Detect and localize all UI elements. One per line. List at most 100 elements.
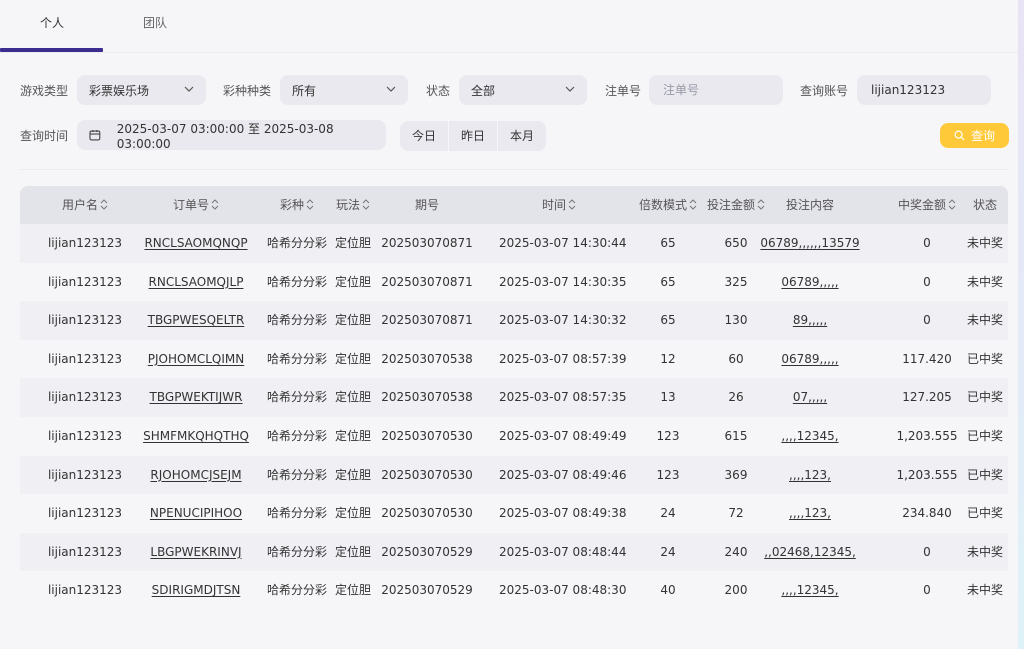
cell-username: lijian123123: [47, 506, 123, 521]
order-no-link[interactable]: RJOHOMCJSEJM: [150, 468, 241, 482]
table-row: lijian123123 RJOHOMCJSEJM 哈希分分彩 定位胆 20250307…: [20, 455, 1008, 495]
date-range-value: 2025-03-07 03:00:00 至 2025-03-08 03:00:0…: [116, 121, 334, 151]
account-field[interactable]: [857, 75, 991, 105]
cell-username: lijian123123: [47, 467, 123, 482]
query-time-label: 查询时间: [20, 129, 69, 143]
tab-personal[interactable]: 个人: [40, 14, 64, 31]
column-header-time[interactable]: 时间: [499, 186, 619, 224]
cell-period: 202503070530: [381, 428, 473, 443]
table-body: lijian123123 RNCLSAOMQNQP 哈希分分彩 定位胆 20250307…: [20, 224, 1008, 610]
bet-content-link[interactable]: 06789,,,,,,13579: [760, 236, 859, 250]
order-no-link[interactable]: RNCLSAOMQJLP: [149, 275, 244, 289]
game-type-label: 游戏类型: [20, 84, 69, 98]
bet-content-link[interactable]: 07,,,,,: [793, 390, 827, 404]
lottery-type-label: 彩种种类: [223, 84, 272, 98]
column-header-period: 期号: [367, 186, 487, 224]
cell-bet-content: ,,,,123,: [750, 494, 870, 533]
column-header-status: 状态: [925, 186, 1024, 224]
search-icon: [954, 130, 965, 141]
quick-range-group: 今日 昨日 本月: [400, 121, 547, 151]
bet-content-link[interactable]: ,,,,12345,: [781, 583, 838, 597]
lottery-type-value: 所有: [292, 83, 317, 98]
cell-time: 2025-03-07 14:30:32: [499, 313, 627, 328]
cell-bet-content: ,,,,12345,: [750, 417, 870, 456]
cell-username: lijian123123: [47, 351, 123, 366]
order-no-link[interactable]: SDIRIGMDJTSN: [152, 583, 241, 597]
column-header-label: 投注金额: [706, 198, 755, 212]
tab-bar: 个人 团队: [0, 0, 1018, 53]
status-select[interactable]: 全部: [459, 75, 587, 105]
cell-status: 未中奖: [966, 236, 1003, 250]
column-header-username[interactable]: 用户名: [25, 186, 145, 224]
order-no-field[interactable]: [649, 75, 783, 105]
bet-content-link[interactable]: ,,,,12345,: [781, 429, 838, 443]
query-button[interactable]: 查询: [940, 123, 1009, 148]
column-header-label: 期号: [414, 198, 439, 212]
order-no-link[interactable]: SHMFMKQHQTHQ: [143, 429, 249, 443]
account-label: 查询账号: [800, 84, 849, 98]
divider: [20, 169, 1008, 170]
table-row: lijian123123 PJOHOMCLQIMN 哈希分分彩 定位胆 20250307…: [20, 339, 1008, 379]
bet-content-link[interactable]: 89,,,,,: [793, 313, 827, 327]
game-type-select[interactable]: 彩票娱乐场: [77, 75, 206, 105]
order-no-link[interactable]: LBGPWEKRINVJ: [150, 545, 241, 559]
cell-status: 未中奖: [966, 544, 1003, 559]
table-row: lijian123123 TBGPWEKTIJWR 哈希分分彩 定位胆 20250307…: [20, 378, 1008, 417]
bet-content-link[interactable]: ,,,,123,: [789, 468, 831, 482]
cell-time: 2025-03-07 14:30:35: [499, 274, 627, 289]
table-row: lijian123123 SHMFMKQHQTHQ 哈希分分彩 定位胆 20250307…: [20, 416, 1008, 456]
table-row: lijian123123 LBGPWEKRINVJ 哈希分分彩 定位胆 20250307…: [20, 532, 1008, 572]
order-no-link[interactable]: RNCLSAOMQNQP: [144, 236, 247, 250]
tab-team[interactable]: 团队: [143, 14, 167, 31]
column-header-label: 订单号: [172, 198, 209, 212]
calendar-icon: [89, 130, 101, 141]
query-button-label: 查询: [970, 129, 995, 143]
table-row: lijian123123 RNCLSAOMQJLP 哈希分分彩 定位胆 20250307…: [20, 262, 1008, 302]
cell-period: 202503070871: [381, 274, 473, 289]
column-header-label: 玩法: [335, 198, 360, 212]
cell-username: lijian123123: [47, 313, 123, 328]
cell-status: 未中奖: [966, 583, 1003, 598]
bet-content-link[interactable]: ,,02468,12345,: [764, 545, 856, 559]
account-input[interactable]: [869, 82, 991, 98]
cell-period: 202503070871: [381, 313, 473, 328]
cell-username: lijian123123: [47, 236, 123, 250]
cell-username: lijian123123: [47, 390, 123, 405]
order-no-link[interactable]: TBGPWEKTIJWR: [150, 390, 243, 404]
order-no-link[interactable]: PJOHOMCLQIMN: [148, 352, 244, 366]
column-header-label: 状态: [972, 198, 997, 212]
game-type-value: 彩票娱乐场: [89, 83, 150, 98]
cell-period: 202503070529: [381, 544, 473, 559]
quick-yesterday-button[interactable]: 昨日: [449, 121, 499, 151]
chevron-down-icon: [565, 86, 575, 92]
cell-status: 已中奖: [966, 428, 1003, 443]
sort-icon: [100, 199, 108, 210]
order-no-link[interactable]: NPENUCIPIHOO: [150, 506, 242, 520]
chevron-down-icon: [386, 86, 396, 92]
bet-content-link[interactable]: 06789,,,,,: [781, 352, 838, 366]
quick-month-button[interactable]: 本月: [498, 121, 546, 151]
cell-bet-content: 07,,,,,: [750, 378, 870, 417]
cell-period: 202503070871: [381, 236, 473, 250]
bet-content-link[interactable]: ,,,,123,: [789, 506, 831, 520]
cell-status: 已中奖: [966, 351, 1003, 366]
cell-bet-content: 06789,,,,,: [750, 340, 870, 379]
bet-content-link[interactable]: 06789,,,,,: [781, 275, 838, 289]
order-no-link[interactable]: TBGPWESQELTR: [148, 313, 245, 327]
cell-bet-content: 06789,,,,,,13579: [750, 224, 870, 263]
date-range-picker[interactable]: 2025-03-07 03:00:00 至 2025-03-08 03:00:0…: [77, 120, 386, 151]
cell-bet-content: 06789,,,,,: [750, 263, 870, 302]
lottery-type-select[interactable]: 所有: [280, 75, 408, 105]
cell-username: lijian123123: [47, 583, 123, 598]
order-no-input[interactable]: [661, 82, 783, 98]
cell-time: 2025-03-07 08:57:35: [499, 390, 627, 405]
quick-today-button[interactable]: 今日: [400, 121, 450, 151]
table-row: lijian123123 TBGPWESQELTR 哈希分分彩 定位胆 20250307…: [20, 301, 1008, 340]
status-value: 全部: [471, 83, 496, 98]
cell-status: 已中奖: [966, 467, 1003, 482]
cell-time: 2025-03-07 08:49:46: [499, 467, 627, 482]
cell-period: 202503070538: [381, 390, 473, 405]
cell-time: 2025-03-07 14:30:44: [499, 236, 627, 250]
cell-username: lijian123123: [47, 428, 123, 443]
status-label: 状态: [426, 84, 451, 98]
